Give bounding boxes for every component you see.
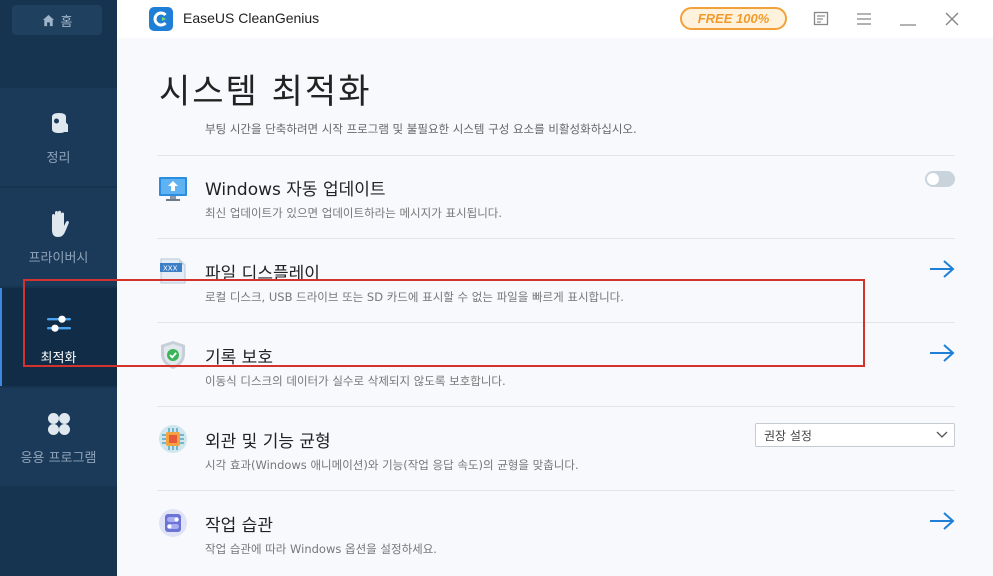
balance-select[interactable]: 권장 설정 (755, 423, 955, 447)
close-icon[interactable] (943, 10, 961, 28)
list-item-windows-update: Windows 자동 업데이트 최신 업데이트가 있으면 업데이트하라는 메시지… (157, 155, 955, 239)
titlebar: EaseUS CleanGenius FREE 100% (117, 0, 993, 38)
hand-icon (44, 209, 74, 239)
arrow-right-icon[interactable] (929, 259, 955, 279)
home-button[interactable]: 홈 (12, 5, 102, 35)
highlight-frame (23, 279, 865, 367)
free-badge[interactable]: FREE 100% (680, 7, 787, 30)
sidebar-item-label: 응용 프로그램 (20, 450, 97, 466)
startup-description: 부팅 시간을 단축하려면 시작 프로그램 및 불필요한 시스템 구성 요소를 비… (205, 122, 637, 136)
broom-icon (44, 109, 74, 139)
app-logo-icon (149, 7, 173, 31)
page-title: 시스템 최적화 (159, 72, 372, 112)
app-title: EaseUS CleanGenius (183, 10, 320, 26)
select-value: 권장 설정 (764, 428, 812, 443)
chevron-down-icon (936, 431, 948, 438)
feedback-icon[interactable] (812, 10, 830, 28)
list-item-appearance-balance: 외관 및 기능 균형 시각 효과(Windows 애니메이션)와 기능(작업 응… (157, 407, 955, 491)
sidebar-item-label: 프라이버시 (28, 250, 89, 266)
row-title: 외관 및 기능 균형 (205, 432, 331, 452)
row-title: Windows 자동 업데이트 (205, 180, 386, 200)
arrow-right-icon[interactable] (929, 511, 955, 531)
row-description: 작업 습관에 따라 Windows 옵션을 설정하세요. (205, 542, 437, 556)
sidebar-item-label: 정리 (46, 150, 71, 166)
arrow-right-icon[interactable] (929, 343, 955, 363)
chip-balance-icon (157, 423, 189, 455)
apps-icon (44, 409, 74, 439)
minimize-icon[interactable] (899, 10, 917, 28)
windows-update-toggle[interactable] (925, 171, 955, 187)
svg-text:XXX: XXX (163, 265, 178, 273)
list-item-work-habits[interactable]: 작업 습관 작업 습관에 따라 Windows 옵션을 설정하세요. (157, 491, 955, 575)
monitor-update-icon (157, 171, 189, 203)
home-icon (42, 14, 54, 26)
home-label: 홈 (60, 14, 73, 30)
row-title: 작업 습관 (205, 516, 273, 536)
sidebar-item-privacy[interactable]: 프라이버시 (0, 188, 117, 286)
sidebar-item-clean[interactable]: 정리 (0, 88, 117, 186)
row-description: 이동식 디스크의 데이터가 실수로 삭제되지 않도록 보호합니다. (205, 374, 506, 388)
sidebar-item-apps[interactable]: 응용 프로그램 (0, 388, 117, 486)
toggle-settings-icon (157, 507, 189, 539)
row-description: 시각 효과(Windows 애니메이션)와 기능(작업 응답 속도)의 균형을 … (205, 458, 579, 472)
menu-icon[interactable] (855, 10, 873, 28)
row-description: 최신 업데이트가 있으면 업데이트하라는 메시지가 표시됩니다. (205, 206, 503, 220)
